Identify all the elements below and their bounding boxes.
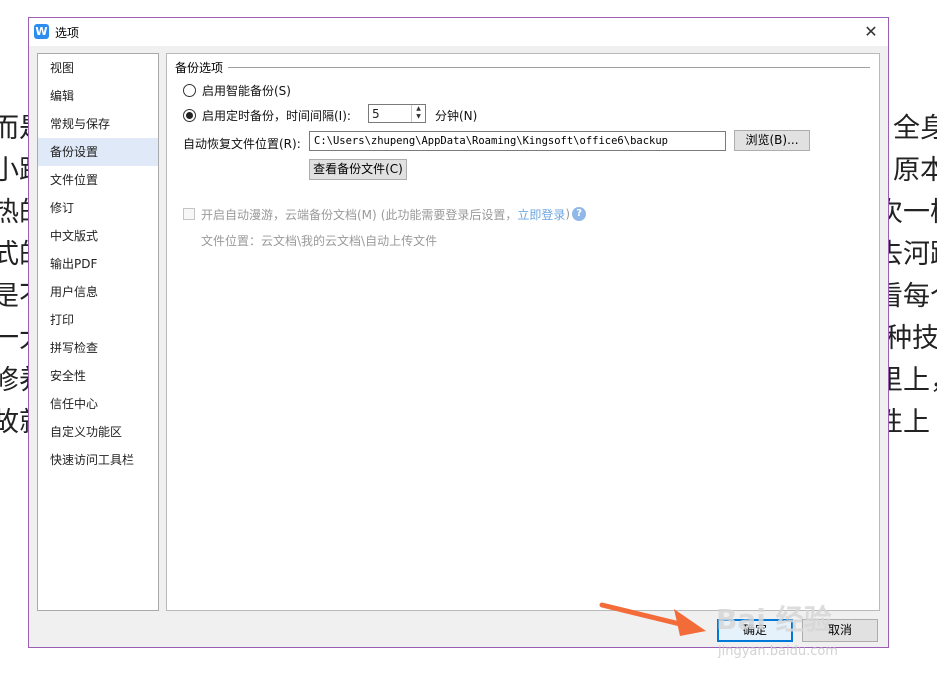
smart-backup-radio[interactable] [183, 83, 196, 97]
timed-backup-radio[interactable] [183, 108, 196, 122]
login-required-note: (此功能需要登录后设置， [380, 207, 518, 222]
nav-item-trust-center[interactable]: 信任中心 [38, 390, 158, 418]
interval-unit-label: 分钟(N) [435, 109, 478, 123]
browse-button[interactable]: 浏览(B)... [734, 130, 810, 151]
nav-item-backup-settings[interactable]: 备份设置 [38, 138, 158, 166]
baidu-watermark: Bai 经验 [716, 603, 832, 636]
nav-item-security[interactable]: 安全性 [38, 362, 158, 390]
backup-options-heading: 备份选项 [175, 59, 227, 76]
nav-item-customize-ribbon[interactable]: 自定义功能区 [38, 418, 158, 446]
interval-stepper[interactable]: 5 ▲ ▼ [368, 104, 426, 123]
options-category-list: 视图 编辑 常规与保存 备份设置 文件位置 修订 中文版式 输出PDF 用户信息… [37, 53, 159, 611]
doc-text-right: 全身 [893, 113, 937, 144]
nav-item-general-save[interactable]: 常规与保存 [38, 110, 158, 138]
group-divider [228, 67, 870, 68]
nav-item-print[interactable]: 打印 [38, 306, 158, 334]
autorecover-location-label: 自动恢复文件位置(R): [183, 137, 301, 151]
roaming-file-location: 文件位置：云文档\我的云文档\自动上传文件 [201, 234, 438, 248]
doc-text-right: 种技 [885, 323, 937, 354]
title-bar[interactable]: W 选项 ✕ [29, 18, 888, 46]
smart-backup-label: 启用智能备份(S) [202, 83, 291, 98]
nav-item-view[interactable]: 视图 [38, 54, 158, 82]
smart-backup-option[interactable]: 启用智能备份(S) [183, 82, 291, 98]
baidu-watermark-url: jingyan.baidu.com [718, 644, 838, 659]
stepper-down-icon[interactable]: ▼ [412, 113, 425, 121]
nav-item-chinese-layout[interactable]: 中文版式 [38, 222, 158, 250]
auto-roaming-label: 开启自动漫游，云端备份文档(M) [201, 207, 377, 222]
login-now-link[interactable]: 立即登录 [517, 206, 565, 223]
nav-item-user-info[interactable]: 用户信息 [38, 278, 158, 306]
close-button[interactable]: ✕ [860, 21, 882, 43]
backup-settings-panel: 备份选项 启用智能备份(S) 启用定时备份，时间间隔(I): 5 ▲ ▼ 分钟(… [166, 53, 880, 611]
nav-item-file-location[interactable]: 文件位置 [38, 166, 158, 194]
nav-item-edit[interactable]: 编辑 [38, 82, 158, 110]
login-note-end: ) [565, 207, 571, 221]
timed-backup-option[interactable]: 启用定时备份，时间间隔(I): [183, 107, 351, 123]
interval-value[interactable]: 5 [372, 106, 380, 122]
nav-item-revision[interactable]: 修订 [38, 194, 158, 222]
auto-roaming-checkbox [183, 208, 195, 220]
nav-item-quick-access-toolbar[interactable]: 快速访问工具栏 [38, 446, 158, 474]
nav-item-spell-check[interactable]: 拼写检查 [38, 334, 158, 362]
stepper-buttons: ▲ ▼ [411, 105, 425, 122]
auto-roaming-option: 开启自动漫游，云端备份文档(M) (此功能需要登录后设置， 立即登录 ) ? [183, 206, 587, 223]
autorecover-path-field[interactable]: C:\Users\zhupeng\AppData\Roaming\Kingsof… [309, 131, 726, 151]
options-dialog: W 选项 ✕ 视图 编辑 常规与保存 备份设置 文件位置 修订 中文版式 输出P… [28, 17, 889, 648]
help-question-icon[interactable]: ? [572, 207, 587, 221]
stepper-up-icon[interactable]: ▲ [412, 105, 425, 113]
timed-backup-label: 启用定时备份，时间间隔(I): [202, 108, 351, 123]
wps-app-icon: W [34, 24, 49, 39]
doc-text-right: 原本 [893, 155, 937, 186]
view-backup-files-button[interactable]: 查看备份文件(C) [309, 159, 407, 180]
nav-item-export-pdf[interactable]: 输出PDF [38, 250, 158, 278]
annotation-arrow-icon [599, 602, 706, 636]
dialog-title: 选项 [55, 26, 80, 40]
